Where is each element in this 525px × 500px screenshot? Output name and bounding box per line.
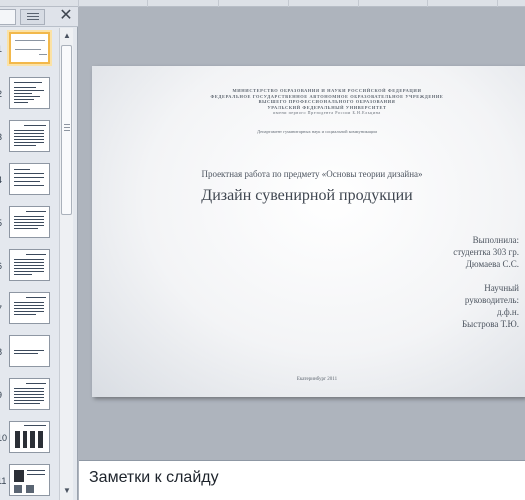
- slide-preview: [9, 464, 50, 496]
- grip-icon: [64, 124, 70, 133]
- slide-thumbnail-9[interactable]: 9: [0, 378, 58, 414]
- close-pane-button[interactable]: ✕: [58, 8, 74, 24]
- slide-thumbnail-10[interactable]: 10: [0, 421, 58, 457]
- project-line: Проектная работа по предмету «Основы тео…: [201, 169, 423, 179]
- advisor-label-2: руководитель:: [464, 295, 519, 305]
- slide-thumbnail-3[interactable]: 3: [0, 120, 58, 156]
- slide-number: 3: [0, 132, 5, 142]
- slide-thumbnails-list: 1 2 3: [0, 28, 58, 500]
- slide-preview: [9, 206, 50, 238]
- slides-tab[interactable]: [0, 9, 16, 25]
- slide-number: 2: [0, 89, 5, 99]
- slide-number: 1: [0, 44, 5, 54]
- slide-thumbnail-7[interactable]: 7: [0, 292, 58, 328]
- notes-placeholder[interactable]: Заметки к слайду: [89, 469, 219, 487]
- slide-number: 9: [0, 390, 5, 400]
- top-toolbar-strip: [0, 0, 525, 7]
- slide-number: 4: [0, 175, 5, 185]
- slide-thumbnail-4[interactable]: 4: [0, 163, 58, 199]
- slide-preview: [9, 378, 50, 410]
- slide-number: 6: [0, 261, 5, 271]
- slide-preview: [9, 249, 50, 281]
- slide-thumbnail-11[interactable]: 11: [0, 464, 58, 500]
- advisor-degree: д.ф.н.: [497, 307, 519, 317]
- slide-thumbnail-5[interactable]: 5: [0, 206, 58, 242]
- slide-preview: [9, 32, 50, 64]
- city-year: Екатеринбург 2011: [296, 377, 338, 382]
- student-group: студентка 303 гр.: [453, 247, 519, 257]
- advisor-name: Быстрова Т.Ю.: [462, 319, 519, 329]
- scroll-down-arrow-icon[interactable]: ▼: [62, 486, 72, 496]
- slide-number: 7: [0, 304, 5, 314]
- institution-header: МИНИСТЕРСТВО ОБРАЗОВАНИЯ И НАУКИ РОССИЙС…: [172, 88, 482, 116]
- outline-tab[interactable]: [20, 9, 45, 25]
- slide-number: 10: [0, 433, 8, 443]
- slide-preview: [9, 335, 50, 367]
- slide-preview: [9, 120, 50, 152]
- slide-preview: [9, 292, 50, 324]
- scroll-up-arrow-icon[interactable]: ▲: [62, 31, 72, 41]
- current-slide[interactable]: МИНИСТЕРСТВО ОБРАЗОВАНИЯ И НАУКИ РОССИЙС…: [92, 66, 525, 397]
- slides-pane: ✕ 1 2 3: [0, 7, 78, 500]
- slide-number: 8: [0, 347, 5, 357]
- slide-title: Дизайн сувенирной продукции: [201, 187, 413, 204]
- header-line: имени первого Президента России Б.Н.Ельц…: [273, 110, 381, 115]
- slide-number: 5: [0, 218, 5, 228]
- slide-number: 11: [0, 476, 7, 486]
- slide-preview: [9, 77, 50, 109]
- outline-icon: [27, 13, 39, 22]
- slide-thumbnail-2[interactable]: 2: [0, 77, 58, 113]
- done-by-label: Выполнила:: [472, 235, 519, 245]
- notes-pane[interactable]: Заметки к слайду: [79, 460, 525, 500]
- thumbnails-scrollbar[interactable]: ▲ ▼: [59, 28, 73, 500]
- pane-tabs: ✕: [0, 7, 78, 27]
- slide-editing-area: МИНИСТЕРСТВО ОБРАЗОВАНИЯ И НАУКИ РОССИЙС…: [79, 7, 525, 460]
- advisor-label: Научный: [484, 283, 519, 293]
- slide-thumbnail-6[interactable]: 6: [0, 249, 58, 285]
- author-block: Выполнила: студентка 303 гр. Дюмаева С.С…: [453, 234, 519, 330]
- department-line: Департамент гуманитарных наук и социальн…: [257, 129, 377, 134]
- student-name: Дюмаева С.С.: [465, 259, 519, 269]
- scrollbar-thumb[interactable]: [61, 45, 72, 215]
- slide-thumbnail-8[interactable]: 8: [0, 335, 58, 371]
- slide-preview: [9, 421, 50, 453]
- slide-thumbnail-1[interactable]: 1: [0, 32, 58, 68]
- slide-preview: [9, 163, 50, 195]
